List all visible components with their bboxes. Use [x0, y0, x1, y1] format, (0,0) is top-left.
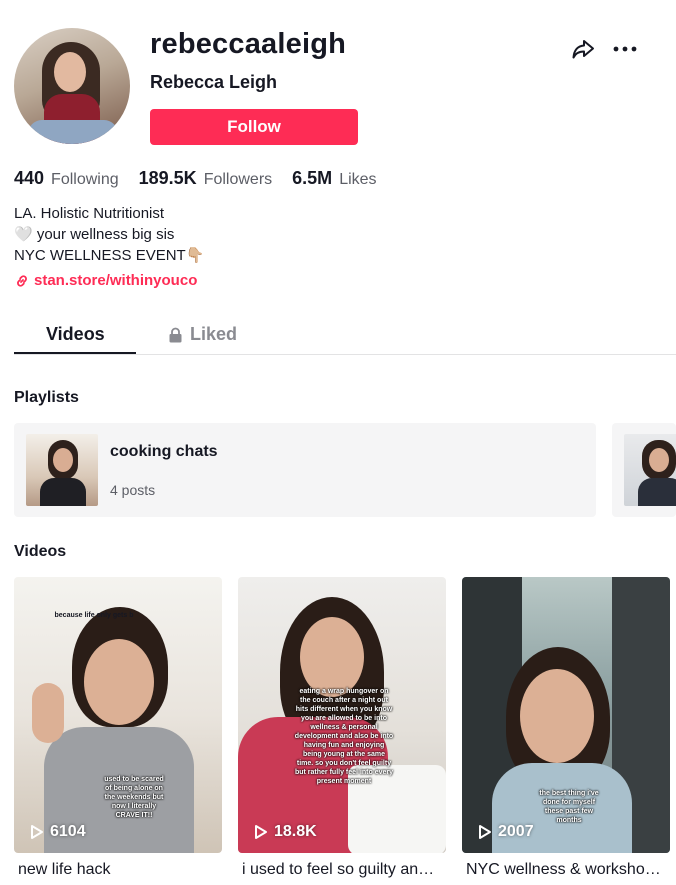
playlist-thumbnail — [26, 434, 98, 506]
playlist-post-count: 4 posts — [110, 482, 156, 498]
following-stat[interactable]: 440 Following — [14, 168, 119, 189]
video-description[interactable]: NYC wellness & workshop event — [466, 861, 662, 879]
likes-label: Likes — [339, 171, 377, 188]
view-count-value: 18.8K — [274, 823, 317, 840]
follow-button[interactable]: Follow — [150, 109, 358, 145]
video-overlay-text: used to be scared of being alone on the … — [104, 776, 164, 819]
avatar[interactable] — [14, 28, 130, 144]
playlist-card[interactable]: cooking chats 4 posts — [14, 423, 596, 517]
bio-line: NYC WELLNESS EVENT👇🏼 — [14, 247, 205, 264]
playlists-heading: Playlists — [14, 389, 79, 406]
tab-liked-label: Liked — [190, 324, 238, 344]
followers-stat[interactable]: 189.5K Followers — [139, 168, 273, 189]
more-options-icon[interactable] — [612, 38, 638, 60]
video-card[interactable]: the best thing i've done for myself thes… — [462, 577, 670, 853]
profile-tabs: Videos Liked — [14, 318, 676, 355]
bio-line: 🤍 your wellness big sis — [14, 226, 175, 243]
video-description[interactable]: new life hack — [18, 861, 218, 879]
likes-stat: 6.5M Likes — [292, 168, 376, 189]
video-card[interactable]: eating a wrap hungover on the couch afte… — [238, 577, 446, 853]
bio: LA. Holistic Nutritionist 🤍 your wellnes… — [14, 203, 204, 266]
following-count: 440 — [14, 168, 45, 188]
share-icon[interactable] — [570, 36, 596, 62]
tab-videos[interactable]: Videos — [46, 324, 105, 345]
view-count-value: 6104 — [50, 823, 86, 840]
followers-count: 189.5K — [138, 168, 197, 188]
view-count: 6104 — [30, 823, 86, 841]
view-count-value: 2007 — [498, 823, 534, 840]
videos-heading: Videos — [14, 543, 67, 560]
tab-liked[interactable]: Liked — [168, 324, 237, 345]
username: rebeccaaleigh — [150, 28, 347, 60]
play-icon — [255, 825, 267, 839]
profile-header: rebeccaaleigh Rebecca Leigh Follow — [14, 28, 664, 148]
link-icon — [17, 274, 27, 287]
playlist-thumbnail — [624, 434, 676, 506]
followers-label: Followers — [203, 171, 273, 188]
video-overlay-text: because life only gets b — [54, 612, 134, 619]
active-tab-indicator — [14, 352, 136, 354]
video-description[interactable]: i used to feel so guilty and ashamed — [242, 861, 442, 879]
view-count: 18.8K — [254, 823, 317, 841]
play-icon — [31, 825, 43, 839]
bio-link-text: stan.store/withinyouco — [34, 272, 198, 289]
bio-line: LA. Holistic Nutritionist — [14, 205, 165, 222]
bio-link[interactable]: stan.store/withinyouco — [14, 272, 197, 289]
lock-icon — [169, 327, 182, 342]
video-overlay-text: the best thing i've done for myself thes… — [539, 790, 599, 824]
profile-stats: 440 Following 189.5K Followers 6.5M Like… — [14, 168, 397, 192]
view-count: 2007 — [478, 823, 534, 841]
video-card[interactable]: because life only gets b used to be scar… — [14, 577, 222, 853]
playlist-card-partial[interactable] — [612, 423, 676, 517]
play-icon — [479, 825, 491, 839]
following-label: Following — [51, 171, 119, 188]
video-overlay-text: eating a wrap hungover on the couch afte… — [294, 688, 394, 785]
playlist-title: cooking chats — [110, 443, 218, 460]
likes-count: 6.5M — [292, 168, 333, 188]
nickname: Rebecca Leigh — [150, 72, 278, 92]
